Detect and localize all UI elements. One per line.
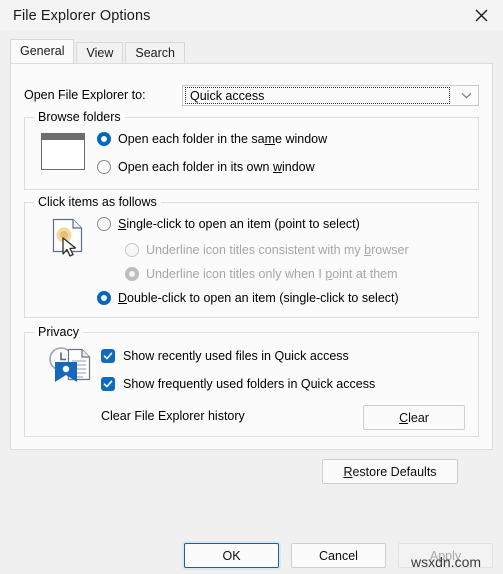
tab-general[interactable]: General [10, 39, 75, 63]
radio-indicator [97, 217, 111, 231]
click-items-group: Click items as follows Single-click to o… [24, 195, 479, 318]
title-bar: File Explorer Options [0, 0, 503, 31]
radio-single-click[interactable]: Single-click to open an item (point to s… [97, 217, 360, 231]
open-file-explorer-to-row: Open File Explorer to: Quick access [24, 85, 479, 107]
clear-history-label: Clear File Explorer history [101, 409, 245, 423]
radio-indicator [97, 132, 111, 146]
tab-view[interactable]: View [76, 42, 124, 63]
tab-search[interactable]: Search [125, 42, 185, 63]
radio-underline-on-point-label: Underline icon titles only when I point … [146, 267, 398, 281]
window-title: File Explorer Options [13, 7, 151, 24]
radio-underline-consistent-browser-label: Underline icon titles consistent with my… [146, 243, 409, 257]
radio-own-window-label: Open each folder in its own window [118, 160, 315, 174]
radio-underline-on-point: Underline icon titles only when I point … [125, 267, 398, 281]
click-items-title: Click items as follows [34, 195, 161, 209]
clear-button-label: Clear [399, 410, 429, 425]
chevron-down-icon [454, 86, 478, 105]
history-bookmark-icon [47, 346, 97, 391]
cancel-button[interactable]: Cancel [291, 543, 386, 568]
privacy-title: Privacy [34, 325, 83, 339]
cancel-button-label: Cancel [319, 548, 358, 563]
radio-indicator [97, 291, 111, 305]
clear-button[interactable]: Clear [363, 405, 465, 430]
open-file-explorer-to-label: Open File Explorer to: [24, 88, 146, 102]
ok-button[interactable]: OK [184, 543, 279, 568]
restore-defaults-label: Restore Defaults [343, 464, 437, 479]
ok-button-label: OK [222, 548, 241, 563]
tab-search-label: Search [135, 46, 175, 60]
radio-double-click-label: Double-click to open an item (single-cli… [118, 291, 399, 305]
checkbox-indicator [101, 377, 115, 391]
close-icon [475, 9, 488, 22]
close-button[interactable] [459, 0, 503, 31]
radio-indicator [125, 267, 139, 281]
radio-own-window[interactable]: Open each folder in its own window [97, 160, 315, 174]
checkbox-recent-files-label: Show recently used files in Quick access [123, 349, 349, 363]
radio-indicator [97, 160, 111, 174]
radio-same-window[interactable]: Open each folder in the same window [97, 132, 327, 146]
tab-strip: General View Search [10, 39, 493, 63]
tab-general-label: General [20, 44, 65, 58]
radio-indicator [125, 243, 139, 257]
browse-folders-title: Browse folders [34, 110, 125, 124]
checkbox-frequent-folders[interactable]: Show frequently used folders in Quick ac… [101, 377, 375, 391]
window-icon [41, 133, 85, 173]
checkbox-indicator [101, 349, 115, 363]
general-tab-panel: Open File Explorer to: Quick access Brow… [10, 63, 493, 450]
browse-folders-group: Browse folders Open each folder in the s… [24, 110, 479, 190]
page-click-icon [49, 218, 89, 263]
radio-double-click[interactable]: Double-click to open an item (single-cli… [97, 291, 399, 305]
radio-same-window-label: Open each folder in the same window [118, 132, 328, 146]
open-file-explorer-to-select[interactable]: Quick access [182, 85, 479, 106]
restore-defaults-button[interactable]: Restore Defaults [322, 459, 458, 484]
radio-underline-consistent-browser: Underline icon titles consistent with my… [125, 243, 409, 257]
radio-single-click-label: Single-click to open an item (point to s… [118, 217, 360, 231]
tab-view-label: View [86, 46, 114, 60]
open-file-explorer-to-value: Quick access [185, 87, 450, 104]
checkbox-recent-files[interactable]: Show recently used files in Quick access [101, 349, 349, 363]
watermark: wsxdn.com [411, 554, 482, 570]
checkbox-frequent-folders-label: Show frequently used folders in Quick ac… [123, 377, 376, 391]
